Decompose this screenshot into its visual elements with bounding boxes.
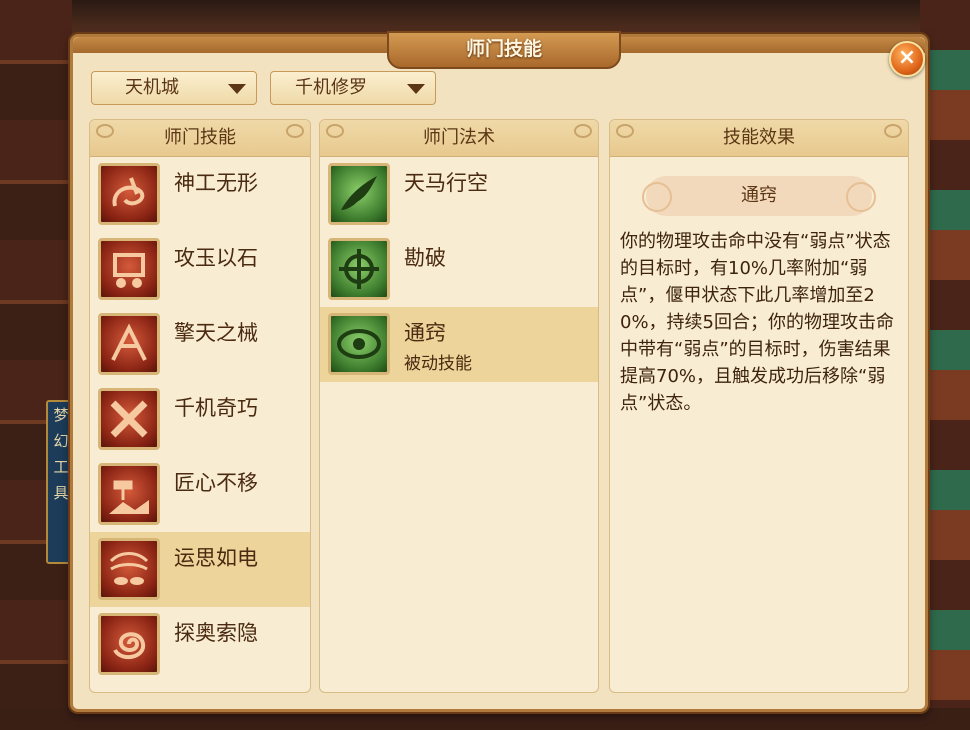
scene-left-wall [0,0,72,730]
spell-label: 天马行空 [404,171,488,195]
sect-skills-window: 师门技能 × 天机城 千机修罗 师门技能 神工无形 攻玉以石 擎天之械 千机奇巧… [70,31,928,712]
close-button[interactable]: × [889,41,925,77]
spells-panel-title: 师门法术 [423,127,495,148]
skill-row[interactable]: 擎天之械 [90,307,310,382]
skill-row[interactable]: 匠心不移 [90,457,310,532]
corner-ornament-icon [96,124,114,138]
effect-panel: 技能效果 通窍 你的物理攻击命中没有“弱点”状态的目标时，有10%几率附加“弱点… [609,119,909,693]
corner-ornament-icon [616,124,634,138]
class-dropdown-value: 千机修罗 [295,77,367,98]
chevron-down-icon [407,84,425,94]
spell-row-selected[interactable]: 通窍 被动技能 [320,307,598,382]
spell-sublabel: 被动技能 [404,354,472,374]
corner-ornament-icon [574,124,592,138]
skill-row[interactable]: 神工无形 [90,157,310,232]
spell-row[interactable]: 勘破 [320,232,598,307]
skill-row[interactable]: 攻玉以石 [90,232,310,307]
eye-storm-icon [98,538,160,600]
effect-description: 你的物理攻击命中没有“弱点”状态的目标时，有10%几率附加“弱点”，偃甲状态下此… [620,231,895,414]
effect-skill-name: 通窍 [642,176,876,216]
chevron-down-icon [228,84,246,94]
effect-panel-header: 技能效果 [610,120,908,157]
skill-label: 神工无形 [174,171,258,195]
window-title: 师门技能 [387,31,621,69]
class-dropdown[interactable]: 千机修罗 [270,71,436,105]
spell-label: 勘破 [404,246,446,270]
corner-ornament-icon [326,124,344,138]
spell-label: 通窍 [404,321,446,345]
vortex-icon [98,613,160,675]
skill-label: 擎天之械 [174,321,258,345]
spells-panel: 师门法术 天马行空 勘破 通窍 被动技能 [319,119,599,693]
skill-label: 探奥索隐 [174,621,258,645]
skills-panel-title: 师门技能 [164,127,236,148]
corner-ornament-icon [884,124,902,138]
winged-horse-icon [328,163,390,225]
skill-label: 千机奇巧 [174,396,258,420]
hammer-rock-icon [98,463,160,525]
effect-panel-title: 技能效果 [723,127,795,148]
sect-dropdown[interactable]: 天机城 [91,71,257,105]
sect-dropdown-value: 天机城 [125,77,179,98]
skill-row-selected[interactable]: 运思如电 [90,532,310,607]
spell-row[interactable]: 天马行空 [320,157,598,232]
corner-ornament-icon [286,124,304,138]
skill-label: 攻玉以石 [174,246,258,270]
skill-label: 运思如电 [174,546,258,570]
skills-panel-header: 师门技能 [90,120,310,157]
skill-row[interactable]: 探奥索隐 [90,607,310,682]
crosshair-icon [328,238,390,300]
lift-arms-icon [98,313,160,375]
skills-panel: 师门技能 神工无形 攻玉以石 擎天之械 千机奇巧 匠心不移 运思如电 探奥索隐 [89,119,311,693]
skill-label: 匠心不移 [174,471,258,495]
all-seeing-eye-icon [328,313,390,375]
spells-panel-header: 师门法术 [320,120,598,157]
mechanism-icon [98,238,160,300]
spiral-trap-icon [98,163,160,225]
crossed-beams-icon [98,388,160,450]
skill-row[interactable]: 千机奇巧 [90,382,310,457]
